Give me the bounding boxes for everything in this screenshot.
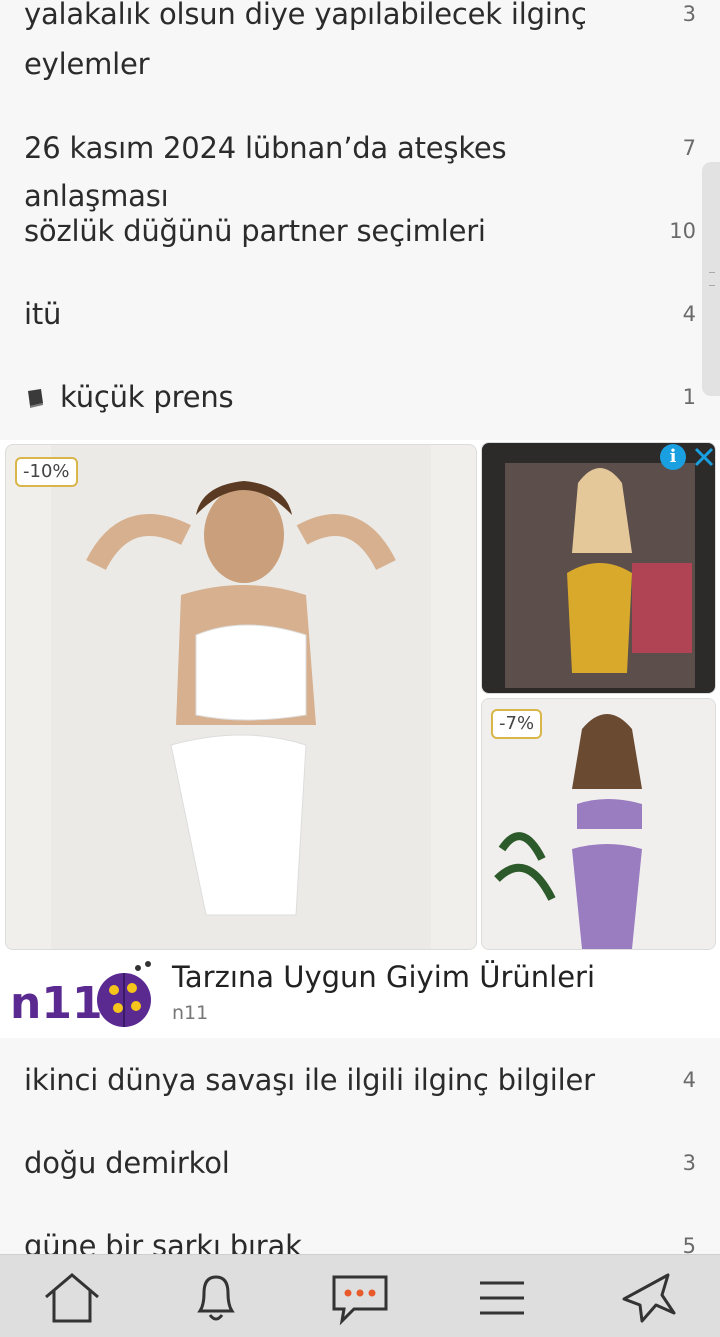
topic-item[interactable]: sözlük düğünü partner seçimleri 10 [0, 207, 720, 255]
plane-icon[interactable] [616, 1269, 680, 1327]
messages-icon[interactable] [328, 1269, 392, 1327]
topic-title: yalakalık olsun diye yapılabilecek ilgin… [0, 0, 644, 88]
topic-count: 4 [682, 302, 696, 326]
discount-badge: -10% [15, 457, 78, 487]
topic-count: 1 [682, 385, 696, 409]
topic-item[interactable]: doğu demirkol 3 [0, 1139, 720, 1187]
topic-title: itü [24, 297, 62, 331]
topic-title: sözlük düğünü partner seçimleri [24, 214, 486, 248]
n11-logo[interactable]: n11 [8, 960, 153, 1032]
topic-count: 4 [682, 1068, 696, 1092]
n11-logo-graphic: n11 [10, 961, 151, 1029]
topic-title-line: yalakalık olsun diye yapılabilecek ilgin… [24, 0, 587, 31]
close-icon[interactable] [692, 444, 716, 470]
info-icon[interactable]: i [660, 444, 686, 470]
topic-item[interactable]: itü 4 [0, 290, 720, 338]
topic-item[interactable]: küçük prens 1 [0, 373, 720, 423]
ad-main-illustration [51, 445, 431, 949]
ad-block[interactable]: -10% -7% i n11 [0, 440, 720, 1038]
topic-title-text: küçük prens [60, 380, 234, 414]
book-icon [24, 375, 46, 423]
topic-item[interactable]: yalakalık olsun diye yapılabilecek ilgin… [0, 0, 720, 88]
topic-count: 3 [682, 2, 696, 26]
discount-badge: -7% [491, 709, 543, 739]
bell-icon[interactable] [184, 1269, 248, 1327]
topic-title: ikinci dünya savaşı ile ilgili ilginç bi… [24, 1063, 595, 1097]
ad-title[interactable]: Tarzına Uygun Giyim Ürünleri [172, 960, 595, 994]
menu-icon[interactable] [470, 1269, 534, 1327]
topic-count: 3 [682, 1151, 696, 1175]
topic-title: küçük prens [0, 373, 644, 423]
ad-main-image[interactable]: -10% [5, 444, 477, 950]
svg-text:n11: n11 [10, 978, 103, 1029]
topic-title: 26 kasım 2024 lübnan’da ateşkes anlaşmas… [24, 131, 507, 213]
ad-image-top-right[interactable] [481, 442, 716, 694]
topic-count: 7 [682, 136, 696, 160]
ad-image-top-right-illustration [482, 443, 715, 693]
scrollbar-grip[interactable] [709, 272, 715, 286]
topic-title-line: eylemler [24, 47, 150, 81]
topic-item[interactable]: ikinci dünya savaşı ile ilgili ilginç bi… [0, 1056, 720, 1104]
ad-image-bottom-right[interactable]: -7% [481, 698, 716, 950]
ad-source: n11 [172, 1002, 209, 1024]
topic-title: doğu demirkol [24, 1146, 230, 1180]
home-icon[interactable] [40, 1269, 104, 1327]
topic-item[interactable]: 26 kasım 2024 lübnan’da ateşkes anlaşmas… [0, 124, 720, 220]
scrollbar[interactable] [702, 162, 720, 396]
bottom-navigation [0, 1254, 720, 1337]
topic-count: 10 [669, 219, 696, 243]
